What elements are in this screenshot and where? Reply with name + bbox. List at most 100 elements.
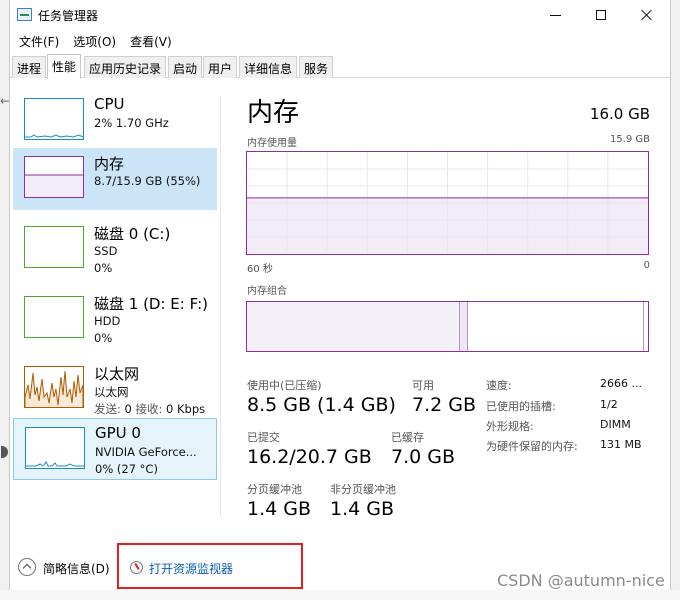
menu-view[interactable]: 查看(V) xyxy=(126,31,176,52)
gpu-sparkline xyxy=(26,461,84,467)
maximize-icon xyxy=(596,10,606,20)
sidebar-item-disk-1[interactable]: 磁盘 1 (D: E: F:) HDD 0% xyxy=(13,288,217,350)
close-button[interactable] xyxy=(624,0,670,30)
spec-form-factor-label: 外形规格: xyxy=(486,420,534,433)
menu-options[interactable]: 选项(O) xyxy=(69,31,120,52)
usage-graph-label: 内存使用量 xyxy=(247,138,297,149)
stat-cached: 已缓存 7.0 GB xyxy=(391,429,455,468)
sidebar-item-name: GPU 0 xyxy=(95,424,141,442)
sidebar-item-name: 磁盘 0 (C:) xyxy=(94,225,171,243)
stat-in-use-value: 8.5 GB (1.4 GB) xyxy=(247,394,396,416)
fewer-details-button[interactable]: 简略信息(D) xyxy=(43,560,110,577)
panel-splitter[interactable] xyxy=(220,96,221,516)
tab-bar: 进程 性能 应用历史记录 启动 用户 详细信息 服务 xyxy=(10,54,670,79)
menu-file[interactable]: 文件(F) xyxy=(15,31,63,52)
task-manager-icon xyxy=(17,8,32,21)
window-title: 任务管理器 xyxy=(38,9,99,23)
send-value: 0 xyxy=(124,402,132,416)
stat-committed-label: 已提交 xyxy=(247,431,280,444)
disk1-thumbnail xyxy=(24,296,84,338)
memory-total: 16.0 GB xyxy=(589,105,650,123)
spec-form-factor-value: DIMM xyxy=(600,418,631,431)
composition-in-use[interactable] xyxy=(247,302,460,351)
sidebar-item-cpu[interactable]: CPU 2% 1.70 GHz xyxy=(13,90,217,152)
backdrop-right xyxy=(671,0,680,600)
stat-cached-label: 已缓存 xyxy=(391,431,424,444)
spec-speed-label: 速度: xyxy=(486,379,512,392)
usage-graph-max: 15.9 GB xyxy=(609,134,650,145)
sidebar-item-type: HDD xyxy=(94,314,121,328)
sidebar-item-memory[interactable]: 内存 8.7/15.9 GB (55%) xyxy=(13,148,217,210)
minimize-button[interactable] xyxy=(532,0,578,30)
stat-in-use-label: 使用中(已压缩) xyxy=(247,379,322,392)
tab-services[interactable]: 服务 xyxy=(299,56,334,78)
tab-app-history[interactable]: 应用历史记录 xyxy=(84,56,167,78)
sidebar-item-name: 以太网 xyxy=(94,365,140,383)
stat-paged-value: 1.4 GB xyxy=(247,498,312,520)
memory-composition-bar xyxy=(246,301,649,352)
stat-available-value: 7.2 GB xyxy=(412,394,477,416)
composition-modified[interactable] xyxy=(459,302,468,351)
spec-reserved-label: 为硬件保留的内存: xyxy=(486,440,578,453)
sidebar-item-detail: 2% 1.70 GHz xyxy=(94,116,169,130)
sidebar-item-usage: 0% xyxy=(94,261,113,275)
stat-cached-value: 7.0 GB xyxy=(391,446,456,468)
sidebar-item-gpu[interactable]: GPU 0 NVIDIA GeForce... 0% (27 °C) xyxy=(13,418,217,480)
spec-reserved-value: 131 MB xyxy=(600,438,642,451)
tab-processes[interactable]: 进程 xyxy=(12,56,47,78)
stat-in-use: 使用中(已压缩) 8.5 GB (1.4 GB) xyxy=(247,377,396,416)
stat-committed-value: 16.2/20.7 GB xyxy=(247,446,372,468)
usage-graph-canvas xyxy=(247,152,648,254)
graph-time-left: 60 秒 xyxy=(247,264,273,275)
memory-detail-panel: 内存 16.0 GB 内存使用量 15.9 GB 60 秒 0 内存组合 使用中… xyxy=(246,92,650,532)
chevron-up-icon[interactable] xyxy=(18,558,36,576)
tab-details[interactable]: 详细信息 xyxy=(239,56,298,78)
stat-nonpaged-label: 非分页缓冲池 xyxy=(330,483,396,496)
task-manager-window: 任务管理器 文件(F) 选项(O) 查看(V) 进程 性能 应用历史记录 启动 … xyxy=(9,0,671,590)
stat-paged-pool: 分页缓冲池 1.4 GB xyxy=(247,481,311,520)
graph-time-right: 0 xyxy=(643,260,650,271)
sidebar-item-detail: 8.7/15.9 GB (55%) xyxy=(94,174,201,188)
open-resource-monitor-highlight: 打开资源监视器 xyxy=(117,543,303,589)
sidebar-item-disk-0[interactable]: 磁盘 0 (C:) SSD 0% xyxy=(13,218,217,280)
stat-committed: 已提交 16.2/20.7 GB xyxy=(247,429,372,468)
resource-monitor-icon xyxy=(130,561,143,574)
spec-slots-value: 1/2 xyxy=(600,398,618,411)
memory-usage-graph xyxy=(246,151,649,255)
close-icon xyxy=(641,9,653,21)
send-label: 发送: xyxy=(94,402,121,416)
sidebar-item-name: 内存 xyxy=(94,155,125,173)
composition-label: 内存组合 xyxy=(247,286,287,297)
sidebar-item-usage: 0% (27 °C) xyxy=(95,462,158,476)
disk0-thumbnail xyxy=(24,226,84,268)
stat-available: 可用 7.2 GB xyxy=(412,377,476,416)
tab-users[interactable]: 用户 xyxy=(203,56,238,78)
backdrop-left xyxy=(0,0,9,600)
tab-startup[interactable]: 启动 xyxy=(168,56,203,78)
receive-value: 0 Kbps xyxy=(166,402,206,416)
composition-standby[interactable] xyxy=(468,302,644,351)
backdrop-bottom xyxy=(0,590,680,600)
minimize-icon xyxy=(549,14,561,16)
title-bar[interactable]: 任务管理器 xyxy=(10,0,670,30)
stat-nonpaged-pool: 非分页缓冲池 1.4 GB xyxy=(330,481,396,520)
tab-performance[interactable]: 性能 xyxy=(47,54,82,79)
cpu-thumbnail xyxy=(24,98,84,140)
sidebar-item-adapter: 以太网 xyxy=(94,385,129,399)
sidebar-item-name: 磁盘 1 (D: E: F:) xyxy=(94,295,208,313)
watermark-text: CSDN @autumn-nice xyxy=(497,571,665,590)
sidebar-item-throughput: 发送: 0 接收: 0 Kbps xyxy=(94,401,205,417)
spec-speed-value: 2666 ... xyxy=(600,377,642,390)
page-title: 内存 xyxy=(247,98,300,128)
stat-available-label: 可用 xyxy=(412,379,434,392)
sidebar-item-ethernet[interactable]: 以太网 以太网 发送: 0 接收: 0 Kbps xyxy=(13,358,217,420)
menu-bar: 文件(F) 选项(O) 查看(V) xyxy=(10,30,670,52)
maximize-button[interactable] xyxy=(578,0,624,30)
gpu-thumbnail xyxy=(25,427,85,469)
open-resource-monitor-link[interactable]: 打开资源监视器 xyxy=(149,560,233,577)
sidebar-item-usage: 0% xyxy=(94,331,113,345)
stat-nonpaged-value: 1.4 GB xyxy=(330,498,395,520)
cpu-sparkline xyxy=(25,134,83,138)
performance-sidebar: CPU 2% 1.70 GHz 内存 8.7/15.9 GB (55%) 磁盘 … xyxy=(10,90,220,500)
stat-paged-label: 分页缓冲池 xyxy=(247,483,302,496)
